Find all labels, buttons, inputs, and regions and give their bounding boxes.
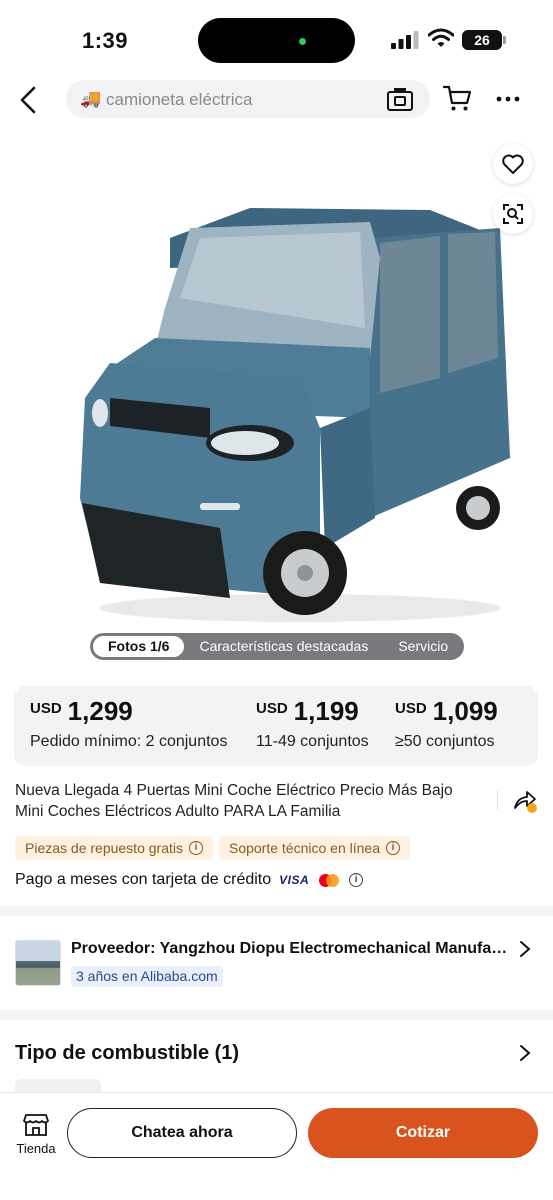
price-amount: 1,099 [432, 696, 498, 726]
status-time: 1:39 [82, 28, 129, 53]
fuel-type-label: Tipo de combustible (1) [15, 1042, 240, 1064]
chevron-right-icon [520, 941, 531, 957]
mastercard-logo-icon [319, 873, 340, 887]
status-bar: 1:39 26 [0, 0, 553, 78]
supplier-row[interactable]: Proveedor: Yangzhou Diopu Electromechani… [0, 926, 553, 1008]
price-currency: USD [256, 700, 288, 717]
chat-now-button[interactable]: Chatea ahora [67, 1108, 297, 1158]
supplier-thumbnail [15, 940, 61, 986]
quote-button[interactable]: Cotizar [308, 1108, 538, 1158]
installments-row[interactable]: Pago a meses con tarjeta de crédito VISA… [15, 871, 364, 889]
image-search-camera-icon[interactable] [386, 86, 414, 112]
store-icon [23, 1114, 49, 1136]
service-badges: Piezas de repuesto gratis i Soporte técn… [15, 836, 410, 860]
battery-icon: 26 [462, 30, 502, 50]
price-tier: USD 1,099 ≥50 conjuntos [395, 696, 498, 751]
price-currency: USD [395, 700, 427, 717]
badge-label: Soporte técnico en línea [228, 840, 380, 856]
fuel-option-chip[interactable] [15, 1079, 101, 1093]
store-label: Tienda [16, 1141, 56, 1156]
cellular-signal-icon [391, 31, 419, 49]
search-input[interactable]: 🚚 camioneta eléctrica [66, 80, 430, 118]
more-options-icon[interactable] [496, 96, 520, 102]
section-separator [0, 906, 553, 916]
back-arrow-icon[interactable] [14, 84, 42, 116]
visa-logo: VISA [279, 873, 310, 887]
product-image-gallery[interactable]: Fotos 1/6 Características destacadas Ser… [0, 128, 553, 678]
visual-search-button[interactable] [493, 194, 533, 234]
bottom-action-bar: Tienda Chatea ahora Cotizar [0, 1092, 553, 1200]
price-quantity: ≥50 conjuntos [395, 733, 495, 750]
battery-cap [503, 36, 506, 44]
price-tier: USD 1,199 11-49 conjuntos [256, 696, 369, 751]
photo-tabs: Fotos 1/6 Características destacadas Ser… [90, 633, 464, 660]
info-icon[interactable]: i [349, 873, 364, 887]
info-icon: i [385, 841, 400, 855]
tab-features[interactable]: Características destacadas [199, 636, 368, 657]
product-title: Nueva Llegada 4 Puertas Mini Coche Eléct… [15, 782, 453, 820]
product-photo-electric-minicar [80, 208, 510, 622]
badge-free-parts[interactable]: Piezas de repuesto gratis i [15, 836, 213, 860]
info-icon: i [188, 841, 203, 855]
badge-online-support[interactable]: Soporte técnico en línea i [218, 836, 410, 860]
search-header: 🚚 camioneta eléctrica [0, 78, 553, 122]
supplier-name: Proveedor: Yangzhou Diopu Electromechani… [71, 940, 511, 957]
share-icon[interactable] [512, 788, 538, 814]
price-tier: USD 1,299 Pedido mínimo: 2 conjuntos [30, 696, 227, 751]
scan-search-icon [503, 204, 523, 224]
favorite-button[interactable] [493, 144, 533, 184]
price-tiers-card: USD 1,299 Pedido mínimo: 2 conjuntos USD 1… [14, 686, 538, 766]
installments-text: Pago a meses con tarjeta de crédito [15, 871, 272, 888]
dynamic-island [198, 18, 355, 63]
price-amount: 1,299 [67, 696, 133, 726]
badge-label: Piezas de repuesto gratis [25, 840, 183, 856]
wifi-icon [428, 28, 454, 47]
store-button[interactable]: Tienda [14, 1111, 58, 1161]
price-quantity: Pedido mínimo: 2 conjuntos [30, 733, 228, 750]
price-amount: 1,199 [293, 696, 359, 726]
camera-indicator-dot [299, 38, 306, 45]
fuel-type-row[interactable]: Tipo de combustible (1) [0, 1030, 553, 1078]
tab-photos[interactable]: Fotos 1/6 [93, 636, 185, 657]
price-currency: USD [30, 700, 62, 717]
truck-icon: 🚚 [80, 89, 102, 108]
supplier-years-badge: 3 años en Alibaba.com [71, 966, 223, 987]
price-quantity: 11-49 conjuntos [256, 733, 369, 750]
divider [497, 790, 498, 810]
search-query: camioneta eléctrica [106, 90, 253, 109]
section-separator [0, 1010, 553, 1020]
chevron-right-icon [520, 1045, 531, 1061]
heart-icon [502, 154, 524, 174]
cart-icon[interactable] [442, 84, 472, 112]
tab-service[interactable]: Servicio [398, 636, 448, 657]
